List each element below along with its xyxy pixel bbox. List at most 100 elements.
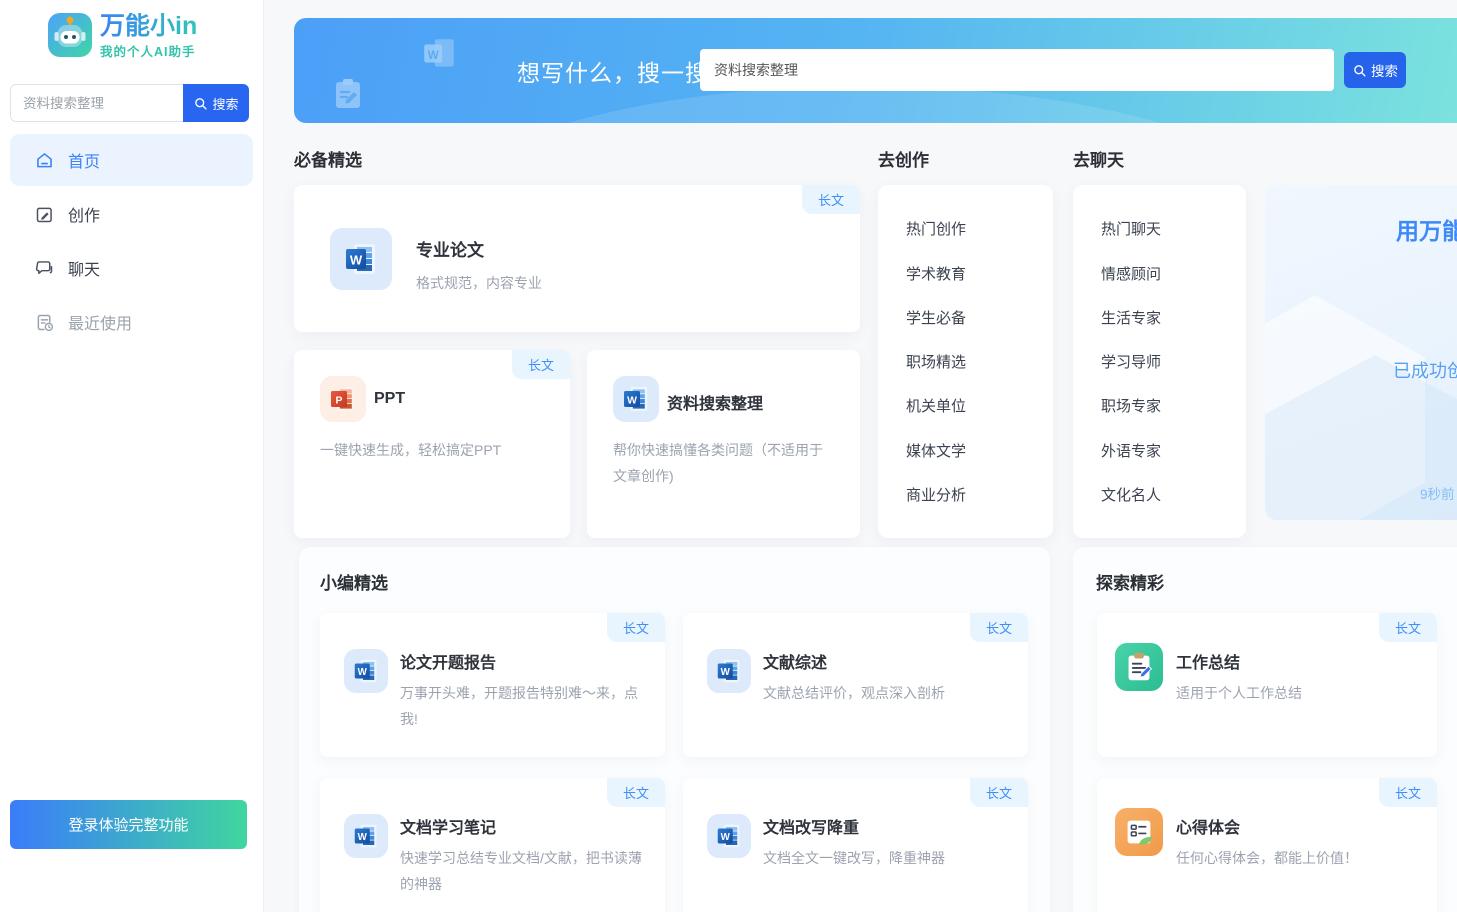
card-desc: 格式规范，内容专业 [416,271,542,297]
card-desc: 一键快速生成，轻松搞定PPT [320,438,550,464]
create-category[interactable]: 职场精选 [878,351,1053,372]
create-category[interactable]: 机关单位 [878,395,1053,416]
chat-category[interactable]: 热门聊天 [1073,218,1246,239]
promo-carousel-card[interactable]: 用万能 已成功创 9秒前 [1265,185,1457,520]
card-title: 文献综述 [763,649,827,673]
long-text-badge: 长文 [802,185,860,214]
chat-icon [34,258,55,279]
long-text-badge: 长文 [970,613,1028,642]
chat-category[interactable]: 职场专家 [1073,395,1246,416]
editors-picks-panel: 小编精选 长文 论文开题报告 万事开头难，开题报告特别难～来，点我! 长文 文献… [299,547,1050,912]
word-icon [344,814,388,858]
home-icon [34,150,55,171]
essentials-title: 必备精选 [294,146,362,171]
login-button[interactable]: 登录体验完整功能 [10,800,247,849]
explore-title: 探索精彩 [1096,569,1164,594]
card-rewrite-dedup[interactable]: 长文 文档改写降重 文档全文一键改写，降重神器 [683,778,1028,912]
sidebar-item-label: 最近使用 [68,310,132,334]
sidebar: 万能小in 我的个人AI助手 搜索 首页 创作 聊天 [0,0,264,912]
long-text-badge: 长文 [970,778,1028,807]
reflections-scroll-icon [1115,808,1163,856]
chat-category[interactable]: 生活专家 [1073,307,1246,328]
word-decoration-icon [420,35,458,73]
card-title: 心得体会 [1176,814,1240,838]
app-logo[interactable]: 万能小in 我的个人AI助手 [0,0,263,60]
create-category[interactable]: 学术教育 [878,263,1053,284]
card-desc: 文档全文一键改写，降重神器 [763,846,1005,872]
banner-prompt: 想写什么，搜一搜 [517,18,709,123]
search-icon [1352,63,1367,78]
card-info-search[interactable]: 资料搜索整理 帮你快速搞懂各类问题（不适用于文章创作) [587,350,860,538]
card-title: 论文开题报告 [400,649,496,673]
app-root: 万能小in 我的个人AI助手 搜索 首页 创作 聊天 [0,0,1457,912]
card-title: 文档学习笔记 [400,814,496,838]
card-desc: 文献总结评价，观点深入剖析 [763,681,1005,707]
word-icon [707,649,751,693]
card-desc: 快速学习总结专业文档/文献，把书读薄的神器 [400,846,642,898]
sidebar-menu: 首页 创作 聊天 最近使用 [10,134,253,348]
chat-category[interactable]: 外语专家 [1073,440,1246,461]
editors-picks-title: 小编精选 [320,569,388,594]
sidebar-search-button[interactable]: 搜索 [183,84,249,122]
banner-search-button[interactable]: 搜索 [1344,52,1406,88]
promo-status: 已成功创 [1393,357,1457,383]
create-category[interactable]: 热门创作 [878,218,1053,239]
card-thesis-proposal[interactable]: 长文 论文开题报告 万事开头难，开题报告特别难～来，点我! [320,613,665,757]
edit-icon [34,204,55,225]
chat-category[interactable]: 学习导师 [1073,351,1246,372]
long-text-badge: 长文 [512,350,570,379]
sidebar-item-home[interactable]: 首页 [10,134,253,186]
word-icon [344,649,388,693]
word-icon [330,228,392,290]
sidebar-search-input[interactable] [10,84,183,122]
app-subtitle: 我的个人AI助手 [100,41,197,60]
create-category[interactable]: 学生必备 [878,307,1053,328]
card-professional-paper[interactable]: 长文 专业论文 格式规范，内容专业 [294,185,860,332]
word-icon [613,376,659,422]
app-title: 万能小in [100,13,197,39]
search-icon [193,96,208,111]
chat-category-panel: 热门聊天 情感顾问 生活专家 学习导师 职场专家 外语专家 文化名人 [1073,185,1246,538]
card-ppt[interactable]: 长文 PPT 一键快速生成，轻松搞定PPT [294,350,570,538]
chat-title: 去聊天 [1073,146,1124,171]
promo-timestamp: 9秒前 [1420,483,1455,503]
chat-category[interactable]: 文化名人 [1073,484,1246,505]
sidebar-search: 搜索 [10,84,249,122]
create-category[interactable]: 商业分析 [878,484,1053,505]
card-desc: 万事开头难，开题报告特别难～来，点我! [400,681,642,733]
sidebar-item-chat[interactable]: 聊天 [10,242,253,294]
card-title: 工作总结 [1176,649,1240,673]
card-desc: 任何心得体会，都能上价值！ [1176,846,1414,872]
promo-title: 用万能 [1396,212,1457,246]
card-work-summary[interactable]: 长文 工作总结 适用于个人工作总结 [1097,613,1437,757]
sidebar-item-recent[interactable]: 最近使用 [10,296,253,348]
card-reflections[interactable]: 长文 心得体会 任何心得体会，都能上价值！ [1097,778,1437,912]
chat-category[interactable]: 情感顾问 [1073,263,1246,284]
sidebar-item-label: 首页 [68,148,100,172]
long-text-badge: 长文 [607,613,665,642]
card-title: 文档改写降重 [763,814,859,838]
long-text-badge: 长文 [607,778,665,807]
long-text-badge: 长文 [1379,613,1437,642]
card-desc: 帮你快速搞懂各类问题（不适用于文章创作) [613,438,835,490]
card-title: 资料搜索整理 [667,390,763,414]
recent-clock-icon [34,312,55,333]
robot-logo-icon [48,13,92,57]
search-banner: 想写什么，搜一搜 搜索 [294,18,1457,123]
banner-search-input[interactable] [700,49,1334,91]
explore-panel: 探索精彩 长文 工作总结 适用于个人工作总结 长文 心得体会 任何心得体会，都能… [1073,547,1457,912]
sidebar-item-label: 创作 [68,202,100,226]
card-title: 专业论文 [416,236,484,261]
card-literature-review[interactable]: 长文 文献综述 文献总结评价，观点深入剖析 [683,613,1028,757]
ppt-icon [320,376,366,422]
work-summary-clipboard-icon [1115,643,1163,691]
create-category-panel: 热门创作 学术教育 学生必备 职场精选 机关单位 媒体文学 商业分析 [878,185,1053,538]
card-study-notes[interactable]: 长文 文档学习笔记 快速学习总结专业文档/文献，把书读薄的神器 [320,778,665,912]
sidebar-item-label: 聊天 [68,256,100,280]
create-category[interactable]: 媒体文学 [878,440,1053,461]
create-title: 去创作 [878,146,929,171]
card-desc: 适用于个人工作总结 [1176,681,1414,707]
card-title: PPT [374,390,405,408]
long-text-badge: 长文 [1379,778,1437,807]
sidebar-item-create[interactable]: 创作 [10,188,253,240]
